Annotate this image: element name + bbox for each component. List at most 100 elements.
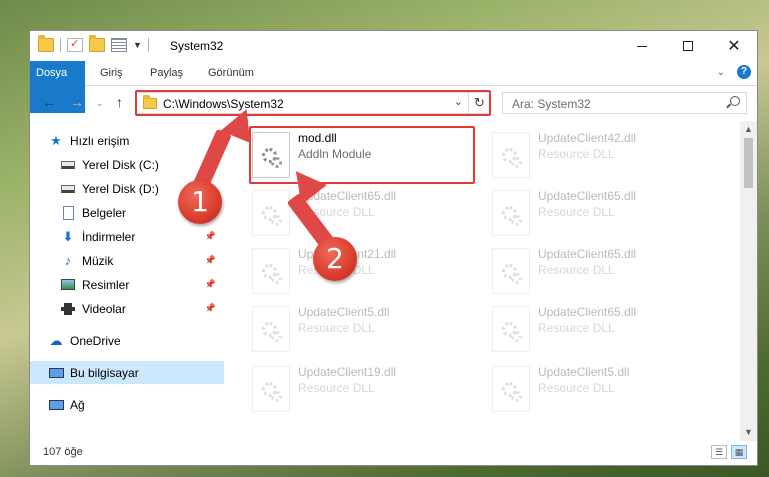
sidebar-item-label: Yerel Disk (C:) bbox=[82, 157, 159, 172]
file-type: Resource DLL bbox=[538, 381, 615, 395]
properties-check-icon[interactable] bbox=[67, 37, 83, 52]
dll-file-icon bbox=[492, 248, 530, 294]
sidebar-item-music[interactable]: ♪ Müzik 📌 bbox=[30, 249, 224, 272]
sidebar-item-label: Hızlı erişim bbox=[70, 133, 130, 148]
file-item[interactable]: UpdateClient5.dll Resource DLL bbox=[492, 363, 722, 415]
pictures-icon bbox=[60, 277, 76, 293]
file-item[interactable]: UpdateClient42.dll Resource DLL bbox=[492, 129, 722, 181]
maximize-button[interactable] bbox=[665, 31, 711, 61]
step-1-badge: 1 bbox=[178, 180, 222, 224]
status-bar: 107 öğe ☰ ▦ bbox=[30, 441, 757, 465]
file-type: Resource DLL bbox=[298, 381, 375, 395]
tab-view[interactable]: Görünüm bbox=[202, 61, 260, 85]
divider bbox=[147, 38, 149, 52]
forward-arrow-icon[interactable]: → bbox=[70, 94, 84, 110]
pin-icon[interactable]: 📌 bbox=[205, 255, 216, 266]
sidebar-item-downloads[interactable]: ⬇ İndirmeler 📌 bbox=[30, 225, 224, 248]
title-bar: ▼ System32 ✕ bbox=[30, 31, 757, 61]
sidebar-item-onedrive[interactable]: ☁ OneDrive bbox=[30, 329, 224, 352]
search-box[interactable]: Ara: System32 bbox=[502, 92, 747, 114]
file-type: Resource DLL bbox=[538, 321, 615, 335]
file-type: Resource DLL bbox=[538, 147, 615, 161]
help-icon[interactable]: ? bbox=[737, 65, 751, 79]
file-item[interactable]: UpdateClient5.dll Resource DLL bbox=[252, 303, 482, 355]
downloads-icon: ⬇ bbox=[62, 228, 74, 244]
tab-share[interactable]: Paylaş bbox=[144, 61, 189, 85]
navigation-pane: ★ Hızlı erişim Yerel Disk (C:) Yerel Dis… bbox=[30, 126, 224, 438]
details-view-icon[interactable]: ☰ bbox=[711, 445, 727, 459]
close-button[interactable]: ✕ bbox=[711, 31, 757, 61]
sidebar-item-this-pc[interactable]: Bu bilgisayar bbox=[30, 361, 224, 384]
tab-home[interactable]: Giriş bbox=[94, 61, 129, 85]
dll-file-icon bbox=[252, 366, 290, 412]
pin-icon[interactable]: 📌 bbox=[205, 279, 216, 290]
sidebar-item-label: Resimler bbox=[82, 277, 130, 292]
file-name: UpdateClient5.dll bbox=[538, 365, 630, 379]
divider bbox=[60, 38, 61, 52]
back-arrow-icon[interactable]: ← bbox=[42, 94, 56, 110]
sidebar-item-network[interactable]: Ağ bbox=[30, 393, 224, 416]
dll-file-icon bbox=[492, 306, 530, 352]
expand-ribbon-icon[interactable]: ⌄ bbox=[717, 67, 725, 78]
customize-icon[interactable] bbox=[111, 38, 127, 52]
file-name: UpdateClient65.dll bbox=[538, 305, 637, 319]
sidebar-item-quick-access[interactable]: ★ Hızlı erişim bbox=[30, 129, 224, 152]
file-item[interactable]: UpdateClient65.dll Resource DLL bbox=[252, 187, 482, 239]
file-item[interactable]: UpdateClient65.dll Resource DLL bbox=[492, 303, 722, 355]
window-title: System32 bbox=[170, 39, 224, 53]
new-folder-icon[interactable] bbox=[89, 35, 105, 52]
scroll-up-icon[interactable]: ▲ bbox=[740, 121, 757, 138]
dll-file-icon bbox=[492, 366, 530, 412]
documents-icon bbox=[60, 205, 76, 221]
sidebar-item-label: İndirmeler bbox=[82, 229, 136, 244]
sidebar-item-label: Belgeler bbox=[82, 205, 127, 220]
sidebar-item-label: OneDrive bbox=[70, 333, 121, 348]
file-highlight-box bbox=[249, 126, 475, 184]
step-2-badge: 2 bbox=[313, 237, 357, 281]
file-item[interactable]: UpdateClient65.dll Resource DLL bbox=[492, 245, 722, 297]
folder-icon bbox=[38, 35, 54, 52]
file-name: UpdateClient65.dll bbox=[538, 247, 637, 261]
pin-icon[interactable]: 📌 bbox=[205, 303, 216, 314]
quick-access-toolbar: ▼ bbox=[38, 35, 149, 52]
file-item[interactable]: UpdateClient21.dll Resource DLL bbox=[252, 245, 482, 297]
star-icon: ★ bbox=[50, 132, 62, 148]
dll-file-icon bbox=[252, 248, 290, 294]
ribbon-tabs: Dosya Giriş Paylaş Görünüm ⌄ ? bbox=[30, 61, 757, 113]
window-controls: ✕ bbox=[619, 31, 757, 61]
file-type: Resource DLL bbox=[538, 205, 615, 219]
minimize-icon bbox=[637, 45, 647, 47]
file-name: UpdateClient42.dll bbox=[538, 131, 637, 145]
scrollbar-thumb[interactable] bbox=[744, 138, 753, 188]
dll-file-icon bbox=[252, 306, 290, 352]
pin-icon[interactable]: 📌 bbox=[205, 231, 216, 242]
sidebar-item-label: Yerel Disk (D:) bbox=[82, 181, 159, 196]
sidebar-item-pictures[interactable]: Resimler 📌 bbox=[30, 273, 224, 296]
scroll-down-icon[interactable]: ▼ bbox=[740, 424, 757, 441]
sidebar-item-videos[interactable]: Videolar 📌 bbox=[30, 297, 224, 320]
minimize-button[interactable] bbox=[619, 31, 665, 61]
search-icon[interactable] bbox=[730, 96, 740, 106]
up-arrow-icon[interactable]: ↑ bbox=[116, 94, 123, 110]
file-name: UpdateClient65.dll bbox=[538, 189, 637, 203]
file-type: Resource DLL bbox=[298, 321, 375, 335]
computer-icon bbox=[48, 365, 64, 381]
sidebar-item-local-disk-c[interactable]: Yerel Disk (C:) bbox=[30, 153, 224, 176]
file-name: UpdateClient5.dll bbox=[298, 305, 390, 319]
recent-locations-icon[interactable]: ⌄ bbox=[96, 98, 104, 109]
close-icon: ✕ bbox=[727, 38, 741, 55]
cloud-icon: ☁ bbox=[49, 332, 63, 348]
drive-icon bbox=[60, 157, 76, 173]
file-item[interactable]: UpdateClient19.dll Resource DLL bbox=[252, 363, 482, 415]
sidebar-item-label: Bu bilgisayar bbox=[70, 365, 139, 380]
drive-icon bbox=[60, 181, 76, 197]
vertical-scrollbar[interactable]: ▲ ▼ bbox=[740, 121, 757, 441]
file-item[interactable]: UpdateClient65.dll Resource DLL bbox=[492, 187, 722, 239]
large-icons-view-icon[interactable]: ▦ bbox=[731, 445, 747, 459]
sidebar-item-label: Videolar bbox=[82, 301, 126, 316]
address-highlight-box bbox=[135, 90, 491, 116]
network-icon bbox=[48, 397, 64, 413]
navigation-bar: ← → ⌄ ↑ C:\Windows\System32 ⌄ ↻ Ara: Sys… bbox=[30, 88, 757, 118]
chevron-down-icon[interactable]: ▼ bbox=[133, 40, 142, 50]
music-icon: ♪ bbox=[64, 253, 72, 268]
